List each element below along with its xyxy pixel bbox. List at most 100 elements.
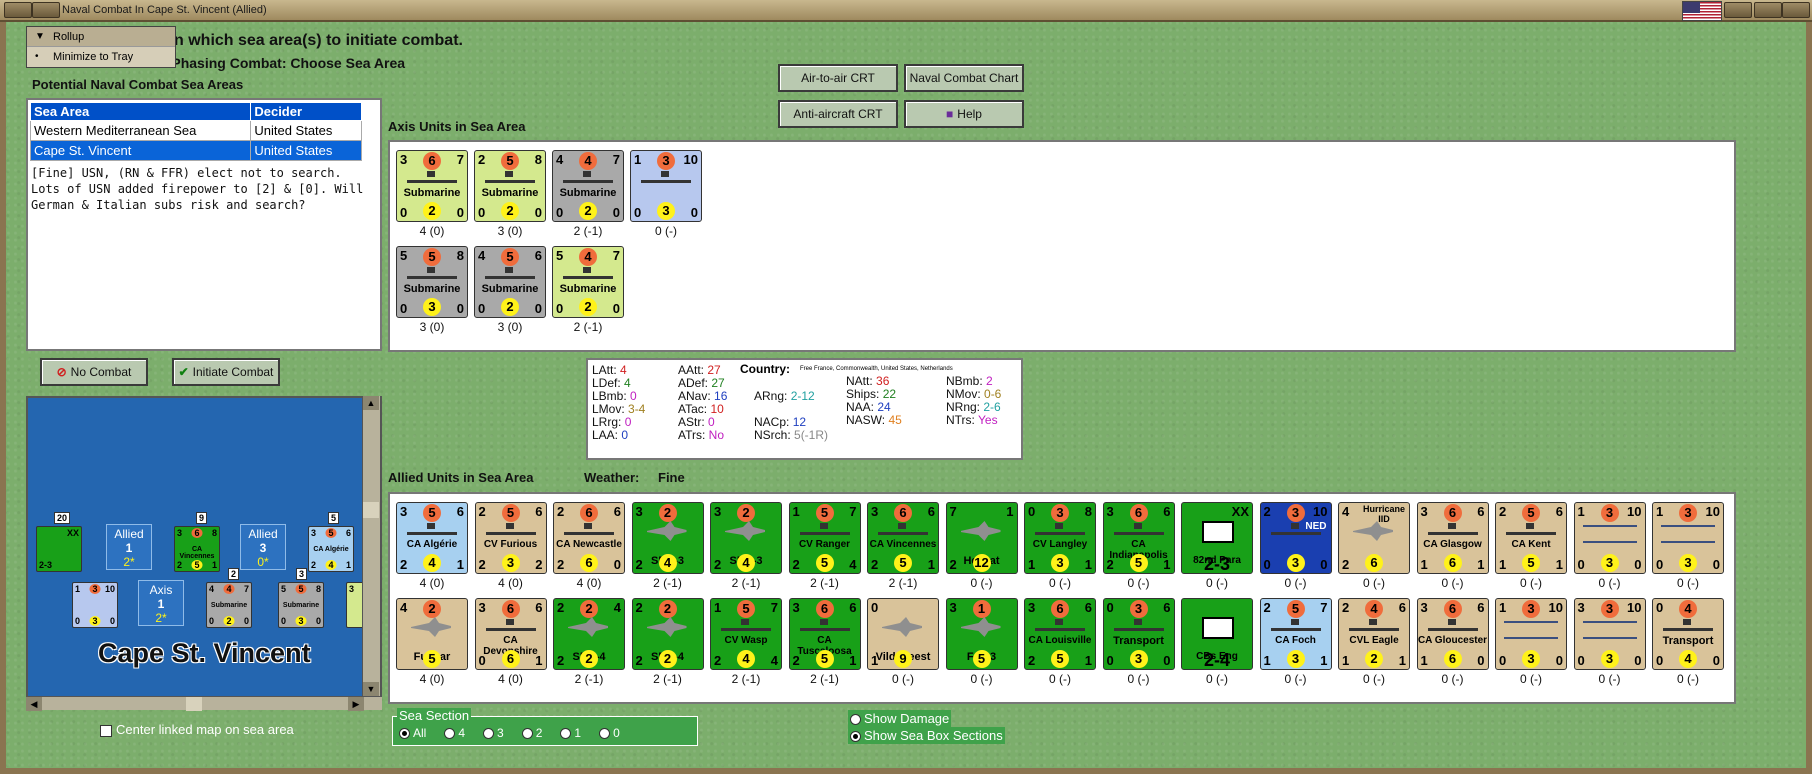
map-unit-counter[interactable]: 5 8 5 Submarine 0 3 0 [278,582,324,628]
counter-name: CA Gloucester [1417,635,1488,646]
scroll-down-icon[interactable]: ▼ [363,682,379,696]
help-button[interactable]: ■ Help [904,100,1024,128]
map-vertical-scrollbar[interactable]: ▲ ▼ [362,396,380,696]
unit-counter[interactable]: XX 82nd Para 2-3 [1181,502,1253,574]
table-row-selected[interactable]: Cape St. Vincent United States [29,140,362,161]
scroll-left-icon[interactable]: ◀ [26,697,42,711]
unit-counter[interactable]: 3 6 6 CA Louisville 2 5 1 [1024,598,1096,670]
unit-counter[interactable]: 0 8 3 CV Langley 1 3 1 [1024,502,1096,574]
unit-counter[interactable]: 3 6 6 CA Gloucester 1 6 0 [1416,598,1489,670]
unit-counter[interactable]: 0 4 Transport 0 4 0 [1652,598,1724,670]
system-menu-button[interactable] [4,2,32,18]
unit-counter[interactable]: 0 6 3 Transport 0 3 0 [1102,598,1175,670]
unit-counter[interactable]: 42Fulmar5 [396,598,468,670]
sea-section-option-1[interactable]: 1 [560,726,581,740]
unit-counter[interactable]: 2 6 4 CVL Eagle 1 2 1 [1338,598,1410,670]
unit-counter[interactable]: 366CA Devonshire061 [474,598,547,670]
maximize-button[interactable] [1754,2,1782,18]
unit-counter[interactable]: 2 8 5 Submarine 0 2 0 [474,150,546,222]
counter-name: Submarine [481,187,539,199]
air-to-air-crt-button[interactable]: Air-to-air CRT [778,64,898,92]
unit-counter[interactable]: CBs Eng 2-4 [1181,598,1253,670]
col-sea-area[interactable]: Sea Area [29,102,252,121]
unit-counter[interactable]: 31F4F-35 [945,598,1018,670]
naval-combat-chart-button[interactable]: Naval Combat Chart [904,64,1024,92]
unit-counter[interactable]: 5 7 4 Submarine 0 2 0 [552,246,624,318]
unit-counter[interactable]: 2 10 3 NED 0 3 0 [1259,502,1332,574]
unit-counter[interactable]: 2 7 5 CA Foch 1 3 1 [1259,598,1332,670]
map-unit-counter[interactable]: XX 2-3 [36,526,82,572]
unit-counter[interactable]: 22SBD-422 [631,598,704,670]
unit-counter[interactable]: 1 10 3 0 3 0 [1652,502,1724,574]
center-linked-checkbox[interactable]: Center linked map on sea area [100,722,294,737]
ship-stack-icon [1582,621,1637,639]
sea-section-option-2[interactable]: 2 [521,726,542,740]
map-sea-box-axis[interactable]: Axis 1 2* [138,580,184,626]
mini-value: 3 [349,584,355,594]
scroll-up-icon[interactable]: ▲ [363,396,379,410]
no-combat-button[interactable]: ⊘ No Combat [40,358,148,386]
unit-counter[interactable]: 2 6 5 CA Kent 1 5 1 [1495,502,1567,574]
unit-counter[interactable]: 1 10 3 0 3 0 [1495,598,1567,670]
counter-bl-value: 2 [1342,557,1350,572]
map-sea-box-allied[interactable]: Allied 1 2* [106,524,152,570]
unit-counter[interactable]: 4 6 5 Submarine 0 2 0 [474,246,546,318]
menu-item-rollup[interactable]: ▼ Rollup [27,27,175,47]
counter-bl-value: 1 [1028,557,1036,572]
stat-value: 12 [792,415,807,429]
sea-section-option-0[interactable]: 0 [599,726,620,740]
col-decider[interactable]: Decider [250,102,362,121]
menu-item-minimize-tray[interactable]: • Minimize to Tray [27,47,175,67]
sea-area-map[interactable]: Cape St. Vincent Allied 1 2* Allied 3 0* Axis 1… [26,396,382,710]
unit-counter[interactable]: 71Hellcat212 [945,502,1018,574]
rollup-button[interactable] [32,2,60,18]
unit-counter[interactable]: 1 7 5 CV Wasp 2 4 4 [710,598,782,670]
close-button[interactable] [1782,2,1810,18]
unit-counter[interactable]: 32SBD-324 [710,502,782,574]
unit-counter[interactable]: 3 7 6 Submarine 0 2 0 [396,150,468,222]
weather-value: Fine [658,470,685,485]
show-sea-box-option[interactable]: Show Sea Box Sections [848,727,1005,744]
map-unit-counter[interactable]: 1 10 3 0 3 0 [72,582,118,628]
minimize-button[interactable] [1724,2,1752,18]
hscroll-thumb[interactable] [186,697,202,711]
unit-counter[interactable]: 1 10 3 0 3 0 [1573,502,1646,574]
counter-br-value: 1 [535,653,543,668]
sea-section-option-4[interactable]: 4 [444,726,465,740]
unit-counter[interactable]: 4 7 4 Submarine 0 2 0 [552,150,624,222]
unit-counter[interactable]: 4 Hurricane IID 2 6 [1338,502,1410,574]
sea-section-option-all[interactable]: All [399,726,426,740]
sea-section-option-3[interactable]: 3 [483,726,504,740]
scroll-thumb[interactable] [363,502,379,518]
unit-counter[interactable]: 1 10 3 0 3 0 [630,150,702,222]
unit-counter[interactable]: 3 6 6 CA Vincennes 2 5 1 [867,502,939,574]
unit-counter[interactable]: 3 6 6 CA Glasgow 1 6 1 [1416,502,1489,574]
unit-counter[interactable]: 5 8 5 Submarine 0 3 0 [396,246,468,318]
anti-aircraft-crt-button[interactable]: Anti-aircraft CRT [778,100,898,128]
map-horizontal-scrollbar[interactable]: ◀ ▶ [26,696,382,711]
map-box-label: Axis [149,583,173,597]
unit-counter[interactable]: 242SBD-422 [553,598,625,670]
counter-attack-value: 3 [1600,504,1619,522]
unit-counter[interactable]: 2 6 5 CV Furious 2 3 2 [474,502,547,574]
unit-counter[interactable]: 366CA Tuscaloosa251 [788,598,861,670]
map-unit-counter[interactable]: 3 6 5 CA Algérie 2 4 1 [308,526,354,572]
unit-counter[interactable]: 1 7 5 CV Ranger 2 5 4 [788,502,861,574]
map-unit-counter[interactable]: 4 7 4 Submarine 0 2 0 [206,582,252,628]
counter-tr-value: 6 [1398,600,1406,615]
show-damage-option[interactable]: Show Damage [848,710,952,727]
mini-value: 2-3 [39,560,53,570]
mini-defense: 2 [223,616,235,626]
map-unit-counter[interactable]: 3 8 6 CA Vincennes 2 5 1 [174,526,220,572]
unit-counter[interactable]: 3 10 3 0 3 0 [1573,598,1646,670]
unit-counter[interactable]: 32SBD-324 [631,502,704,574]
map-sea-box-allied[interactable]: Allied 3 0* [240,524,286,570]
table-row[interactable]: Western Mediterranean Sea United States [29,120,362,141]
unit-counter[interactable]: 0Vildebeest19 [867,598,939,670]
scroll-right-icon[interactable]: ▶ [348,697,364,711]
unit-counter[interactable]: 3 6 5 CA Algérie 2 4 1 [396,502,468,574]
initiate-combat-button[interactable]: ✔ Initiate Combat [172,358,280,386]
unit-counter[interactable]: 366CA Indianapolis251 [1102,502,1175,574]
unit-counter[interactable]: 2 6 6 CA Newcastle 2 6 0 [553,502,625,574]
map-box-count: 1 [157,597,165,611]
